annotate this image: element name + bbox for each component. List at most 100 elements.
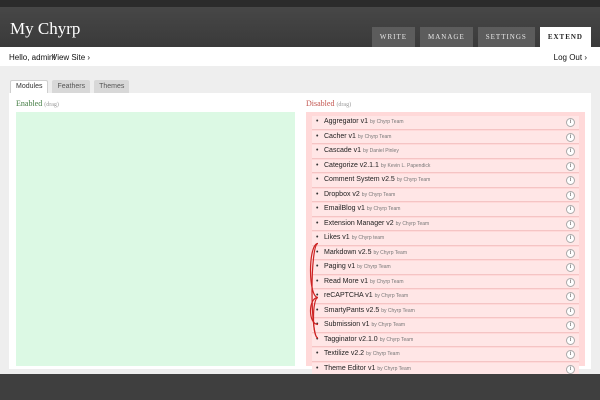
enabled-drag-hint: (drag) [44, 102, 59, 108]
enabled-heading: Enabled (drag) [16, 99, 59, 108]
bullet: • [316, 292, 319, 299]
module-name: reCAPTCHA v1 by Chyrp Team [324, 292, 408, 299]
info-icon[interactable]: i [566, 176, 575, 185]
modules-panel: Enabled (drag) Disabled (drag) • Aggregator… [9, 93, 591, 376]
module-name: Extension Manager v2 by Chyrp Team [324, 220, 429, 227]
module-author: by Chyrp Team [371, 322, 406, 328]
bullet: • [316, 147, 319, 154]
module-author: by Chyrp Team [361, 191, 396, 198]
module-item[interactable]: • Paging v1 by Chyrp Team i [312, 261, 579, 275]
view-site-link[interactable]: View Site › [52, 53, 90, 62]
bullet: • [316, 321, 319, 328]
module-title: Textilize v2.2 [324, 350, 365, 357]
nav-tab-write[interactable]: WRITE [371, 27, 416, 47]
module-name: Aggregator v1 by Chyrp Team [324, 118, 404, 125]
info-icon[interactable]: i [566, 118, 575, 127]
module-name: Paging v1 by Chyrp Team [324, 263, 391, 270]
module-item[interactable]: • Categorize v2.1.1 by Kevin L. Papendick i [312, 159, 579, 173]
module-title: Cacher v1 [324, 132, 356, 140]
module-title: Likes v1 [324, 234, 350, 241]
info-icon[interactable]: i [566, 335, 575, 345]
module-author: by Chyrp Team [377, 365, 411, 372]
info-icon[interactable]: i [566, 364, 575, 374]
module-item[interactable]: • SmartyPants v2.5 by Chyrp Team i [312, 304, 579, 318]
module-author: by Chyrp Team [369, 278, 404, 285]
info-icon[interactable]: i [566, 132, 575, 142]
tab-themes[interactable]: Themes [94, 80, 130, 93]
module-title: SmartyPants v2.5 [324, 306, 380, 314]
info-icon[interactable]: i [566, 321, 575, 330]
bullet: • [316, 132, 319, 140]
module-author: by Chyrp Team [381, 307, 415, 314]
info-icon[interactable]: i [566, 306, 575, 316]
header: My Chyrp WRITE MANAGE SETTINGS EXTEND [0, 7, 600, 47]
module-item[interactable]: • Submission v1 by Chyrp Team i [312, 319, 579, 333]
nav-tab-extend[interactable]: EXTEND [539, 27, 591, 47]
module-item[interactable]: • Dropbox v2 by Chyrp Team i [312, 188, 579, 202]
disabled-drop-zone[interactable]: • Aggregator v1 by Chyrp Team i • Cacher v1 by… [306, 112, 585, 376]
user-bar: Hello, admin! View Site › Log Out › [0, 47, 600, 66]
bullet: • [316, 364, 319, 372]
module-title: Aggregator v1 [324, 118, 368, 125]
info-icon[interactable]: i [566, 161, 575, 171]
module-author: by Chyrp Team [373, 249, 408, 256]
bullet: • [316, 234, 319, 241]
module-item[interactable]: • Cascade v1 by Daniel Pinley i [312, 145, 579, 159]
tab-modules[interactable]: Modules [10, 80, 49, 94]
bullet: • [316, 118, 319, 125]
module-item[interactable]: • reCAPTCHA v1 by Chyrp Team i [312, 290, 579, 304]
nav-tab-settings[interactable]: SETTINGS [477, 27, 535, 47]
info-icon[interactable]: i [566, 263, 575, 272]
info-icon[interactable]: i [566, 234, 575, 243]
module-title: Read More v1 [324, 277, 368, 285]
module-item[interactable]: • EmailBlog v1 by Chyrp Team i [312, 203, 579, 217]
bullet: • [316, 205, 319, 212]
tab-feathers[interactable]: Feathers [52, 80, 91, 93]
bullet: • [316, 190, 319, 198]
module-title: Markdown v2.5 [324, 248, 372, 256]
nav-tab-manage[interactable]: MANAGE [420, 27, 473, 47]
info-icon[interactable]: i [566, 248, 575, 258]
module-item[interactable]: • Likes v1 by Chyrp team i [312, 232, 579, 246]
info-icon[interactable]: i [566, 147, 575, 156]
module-item[interactable]: • Textilize v2.2 by Chyrp Team i [312, 348, 579, 362]
module-name: Likes v1 by Chyrp team [324, 234, 384, 241]
module-item[interactable]: • Read More v1 by Chyrp Team i [312, 275, 579, 289]
info-icon[interactable]: i [566, 219, 575, 229]
bullet: • [316, 161, 319, 169]
info-icon[interactable]: i [566, 350, 575, 359]
module-name: Dropbox v2 by Chyrp Team [324, 191, 395, 198]
info-icon[interactable]: i [566, 292, 575, 301]
footer [0, 374, 600, 400]
bullet: • [316, 219, 319, 227]
info-icon[interactable]: i [566, 190, 575, 200]
extend-subtabs: Modules Feathers Themes [10, 80, 133, 94]
module-item[interactable]: • Aggregator v1 by Chyrp Team i [312, 116, 579, 130]
module-title: Categorize v2.1.1 [324, 161, 379, 169]
module-name: Comment System v2.5 by Chyrp Team [324, 176, 430, 183]
disabled-heading: Disabled (drag) [306, 99, 351, 108]
module-title: Extension Manager v2 [324, 219, 394, 227]
disabled-title: Disabled [306, 99, 335, 108]
bullet: • [316, 248, 319, 256]
module-item[interactable]: • Comment System v2.5 by Chyrp Team i [312, 174, 579, 188]
info-icon[interactable]: i [566, 205, 575, 214]
module-author: by Chyrp Team [374, 293, 409, 299]
logout-link[interactable]: Log Out › [554, 53, 587, 62]
disabled-drag-hint: (drag) [336, 102, 352, 108]
module-item[interactable]: • Cacher v1 by Chyrp Team i [312, 130, 579, 144]
info-icon[interactable]: i [566, 277, 575, 287]
module-name: Tagginator v2.1.0 by Chyrp Team [324, 336, 413, 343]
module-title: Tagginator v2.1.0 [324, 335, 378, 343]
module-author: by Chyrp Team [357, 133, 392, 140]
enabled-drop-zone[interactable] [16, 112, 295, 366]
module-name: Cascade v1 by Daniel Pinley [324, 147, 399, 154]
module-item[interactable]: • Markdown v2.5 by Chyrp Team i [312, 246, 579, 260]
module-author: by Chyrp team [351, 235, 385, 241]
module-item[interactable]: • Extension Manager v2 by Chyrp Team i [312, 217, 579, 231]
module-item[interactable]: • Tagginator v2.1.0 by Chyrp Team i [312, 333, 579, 347]
module-author: by Daniel Pinley [362, 148, 399, 154]
module-author: by Chyrp Team [379, 336, 414, 343]
module-author: by Chyrp Team [396, 177, 431, 183]
module-name: SmartyPants v2.5 by Chyrp Team [324, 307, 415, 314]
